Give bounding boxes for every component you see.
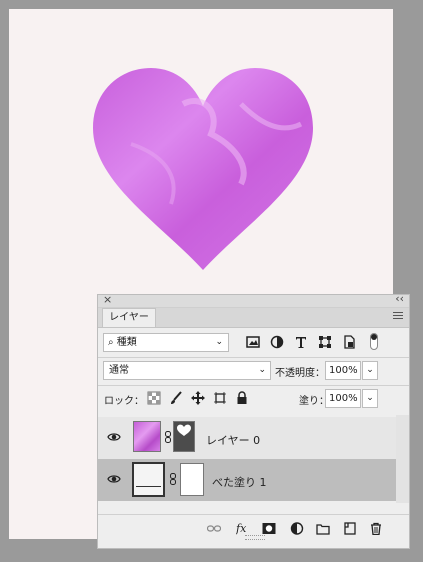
layer-row[interactable]: レイヤー 0	[98, 417, 396, 459]
heart-mask-icon	[177, 424, 191, 436]
fill-layer-thumbnail[interactable]	[132, 462, 165, 497]
lock-pixels-icon[interactable]	[169, 391, 183, 405]
shape-filter-icon[interactable]	[318, 335, 332, 349]
layer-mask-thumbnail[interactable]	[180, 463, 204, 496]
panel-tab-bar: レイヤー	[98, 308, 409, 328]
blend-row: 通常 ⌄ 不透明度： 100% ⌄	[98, 361, 409, 383]
panel-titlebar: × ‹‹	[98, 292, 409, 308]
layer-thumbnail[interactable]	[133, 421, 161, 452]
adjustment-layer-icon[interactable]	[290, 522, 304, 535]
layer-name[interactable]: べた塗り 1	[212, 474, 267, 490]
filter-row: ⌕ 種類 ⌄	[98, 333, 409, 357]
eye-icon[interactable]	[107, 474, 121, 484]
layer-name[interactable]: レイヤー 0	[206, 432, 260, 448]
panel-menu-icon[interactable]	[393, 312, 403, 321]
tab-layers[interactable]: レイヤー	[102, 308, 156, 327]
filter-toggle[interactable]	[370, 333, 378, 350]
chevron-down-icon: ⌄	[258, 365, 266, 375]
layer-mask-thumbnail[interactable]	[173, 421, 195, 452]
layer-list: レイヤー 0 べた塗り 1	[98, 415, 396, 503]
lock-label: ロック：	[104, 396, 144, 407]
adjustment-filter-icon[interactable]	[270, 335, 284, 349]
blend-mode-value: 通常	[109, 365, 129, 376]
fill-input[interactable]: 100%	[325, 389, 361, 408]
close-icon[interactable]: ×	[103, 293, 112, 306]
eye-icon[interactable]	[107, 432, 121, 442]
smart-object-filter-icon[interactable]	[342, 335, 356, 349]
collapse-icon[interactable]: ‹‹	[395, 292, 404, 305]
scrollbar[interactable]	[396, 415, 409, 503]
divider	[98, 357, 409, 358]
filter-kind-label: 種類	[116, 337, 137, 348]
divider	[98, 385, 409, 386]
fx-icon[interactable]: fx	[236, 522, 250, 535]
search-icon: ⌕	[108, 337, 114, 348]
link-icon[interactable]	[165, 431, 171, 443]
opacity-label: 不透明度：	[275, 368, 325, 379]
chevron-down-icon: ⌄	[215, 337, 223, 347]
resize-grip[interactable]	[245, 535, 265, 540]
layer-row[interactable]: べた塗り 1	[98, 459, 396, 501]
opacity-input[interactable]: 100%	[325, 361, 361, 380]
lock-artboard-icon[interactable]	[213, 391, 227, 405]
lock-all-icon[interactable]	[235, 391, 249, 405]
image-filter-icon[interactable]	[246, 335, 260, 349]
fill-dropdown-button[interactable]: ⌄	[362, 389, 378, 408]
panel-footer: fx	[98, 514, 409, 541]
blend-mode-select[interactable]: 通常 ⌄	[103, 361, 271, 380]
trash-icon[interactable]	[369, 522, 383, 535]
new-layer-icon[interactable]	[343, 522, 357, 535]
link-layers-icon[interactable]	[207, 522, 221, 535]
svg-text:fx: fx	[236, 522, 247, 535]
lock-position-icon[interactable]	[191, 391, 205, 405]
layers-panel: × ‹‹ レイヤー ⌕ 種類 ⌄ 通常 ⌄ 不透明度： 100% ⌄ ロック：	[97, 292, 410, 549]
folder-icon[interactable]	[316, 522, 330, 535]
link-icon[interactable]	[170, 473, 176, 485]
opacity-dropdown-button[interactable]: ⌄	[362, 361, 378, 380]
lock-transparent-icon[interactable]	[147, 391, 161, 405]
add-mask-icon[interactable]	[262, 522, 276, 535]
layer-filter-select[interactable]: ⌕ 種類 ⌄	[103, 333, 229, 352]
heart-shape	[93, 68, 313, 270]
lock-row: ロック： 塗り： 100% ⌄	[98, 389, 409, 411]
type-filter-icon[interactable]	[294, 335, 308, 349]
